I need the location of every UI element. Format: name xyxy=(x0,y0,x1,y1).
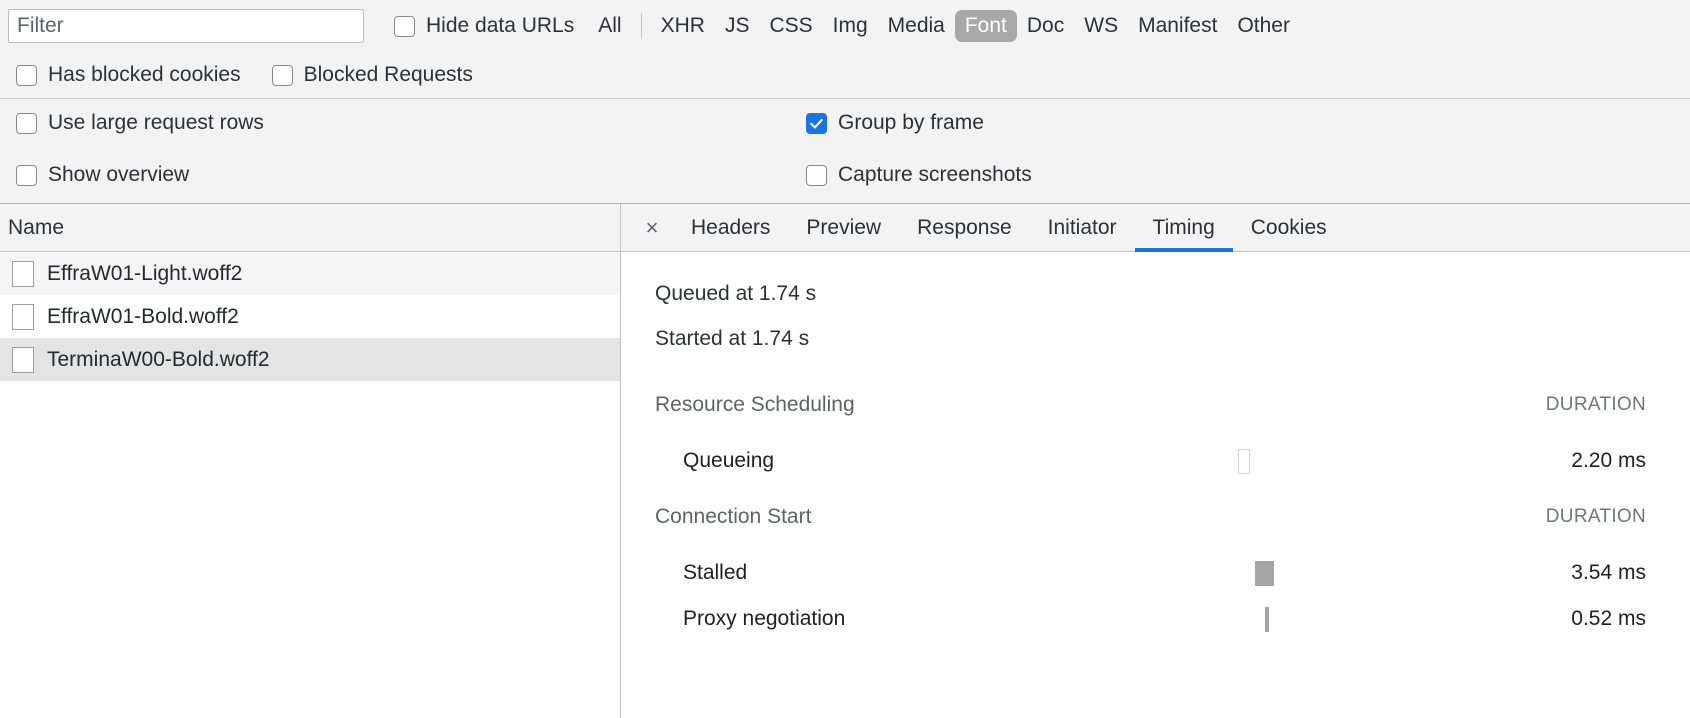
checkbox-box-hide-data-urls[interactable] xyxy=(394,16,415,37)
duration-column-header: DURATION xyxy=(1386,372,1647,438)
timing-item-label: Stalled xyxy=(655,550,916,596)
filter-input[interactable] xyxy=(8,9,364,43)
blocked-requests-checkbox[interactable]: Blocked Requests xyxy=(272,63,473,87)
hide-data-urls-checkbox[interactable]: Hide data URLs xyxy=(394,14,574,38)
font-file-icon xyxy=(12,261,34,287)
settings-cell-use-large-rows: Use large request rows xyxy=(16,111,806,139)
font-file-icon xyxy=(12,347,34,373)
hide-data-urls-label: Hide data URLs xyxy=(426,14,574,38)
timing-item-duration: 3.54 ms xyxy=(1386,550,1647,596)
checkbox-box-has-blocked-cookies[interactable] xyxy=(16,65,37,86)
use-large-request-rows-label: Use large request rows xyxy=(48,111,264,135)
timing-item-label: Queueing xyxy=(655,438,916,484)
type-filter-divider xyxy=(641,13,642,39)
timing-item-duration: 2.20 ms xyxy=(1386,438,1647,484)
type-filter-xhr[interactable]: XHR xyxy=(651,10,715,42)
settings-cell-capture-screenshots: Capture screenshots xyxy=(806,163,1690,191)
request-list-panel: Name EffraW01-Light.woff2 EffraW01-Bold.… xyxy=(0,204,621,718)
has-blocked-cookies-label: Has blocked cookies xyxy=(48,63,241,87)
capture-screenshots-checkbox[interactable]: Capture screenshots xyxy=(806,163,1032,187)
duration-column-header: DURATION xyxy=(1386,484,1647,550)
timing-item-row: Queueing 2.20 ms xyxy=(655,438,1646,484)
type-filter-media[interactable]: Media xyxy=(878,10,955,42)
network-filter-toolbar: Hide data URLs All XHR JS CSS Img Media … xyxy=(0,0,1690,52)
request-list-empty-space xyxy=(0,381,620,718)
timing-breakdown-table: Resource Scheduling DURATION Queueing 2.… xyxy=(655,372,1646,642)
capture-screenshots-label: Capture screenshots xyxy=(838,163,1032,187)
checkbox-box-show-overview[interactable] xyxy=(16,165,37,186)
timing-item-label: Proxy negotiation xyxy=(655,596,916,642)
request-name: TerminaW00-Bold.woff2 xyxy=(47,348,270,372)
group-by-frame-checkbox[interactable]: Group by frame xyxy=(806,111,984,135)
network-settings-pane: Use large request rows Group by frame Sh… xyxy=(0,99,1690,204)
type-filter-img[interactable]: Img xyxy=(823,10,878,42)
show-overview-label: Show overview xyxy=(48,163,189,187)
timing-group-title: Connection Start xyxy=(655,484,916,550)
tab-preview[interactable]: Preview xyxy=(788,204,899,251)
timing-bar-queueing xyxy=(1238,449,1250,474)
timing-group-title: Resource Scheduling xyxy=(655,372,916,438)
show-overview-checkbox[interactable]: Show overview xyxy=(16,163,189,187)
checkbox-box-capture-screenshots[interactable] xyxy=(806,165,827,186)
settings-cell-show-overview: Show overview xyxy=(16,163,806,191)
resource-type-filters: All XHR JS CSS Img Media Font Doc WS Man… xyxy=(588,10,1300,42)
timing-bar-proxy-negotiation xyxy=(1265,607,1269,632)
timing-bar-cell xyxy=(916,372,1386,438)
close-icon[interactable]: × xyxy=(631,204,673,251)
timing-item-duration: 0.52 ms xyxy=(1386,596,1647,642)
tab-timing[interactable]: Timing xyxy=(1135,204,1233,251)
type-filter-js[interactable]: JS xyxy=(715,10,760,42)
timing-group-header-row: Resource Scheduling DURATION xyxy=(655,372,1646,438)
request-name: EffraW01-Bold.woff2 xyxy=(47,305,239,329)
request-detail-panel: × Headers Preview Response Initiator Tim… xyxy=(621,204,1690,718)
blocked-requests-label: Blocked Requests xyxy=(304,63,473,87)
checkbox-box-use-large-request-rows[interactable] xyxy=(16,113,37,134)
tab-response[interactable]: Response xyxy=(899,204,1030,251)
type-filter-doc[interactable]: Doc xyxy=(1017,10,1074,42)
timing-bar-cell xyxy=(916,438,1386,484)
type-filter-manifest[interactable]: Manifest xyxy=(1128,10,1227,42)
settings-row-1: Use large request rows Group by frame xyxy=(16,99,1690,151)
column-header-name[interactable]: Name xyxy=(8,216,64,240)
type-filter-other[interactable]: Other xyxy=(1227,10,1300,42)
table-row[interactable]: EffraW01-Light.woff2 xyxy=(0,252,620,295)
request-list-header: Name xyxy=(0,204,620,252)
timing-bar-cell xyxy=(916,550,1386,596)
settings-cell-group-by-frame: Group by frame xyxy=(806,111,1690,139)
font-file-icon xyxy=(12,304,34,330)
timing-bar-cell xyxy=(916,596,1386,642)
timing-bar-cell xyxy=(916,484,1386,550)
tab-cookies[interactable]: Cookies xyxy=(1233,204,1345,251)
devtools-network-panel: Hide data URLs All XHR JS CSS Img Media … xyxy=(0,0,1690,718)
type-filter-css[interactable]: CSS xyxy=(759,10,822,42)
timing-bar-stalled xyxy=(1255,561,1274,586)
tab-initiator[interactable]: Initiator xyxy=(1030,204,1135,251)
request-name: EffraW01-Light.woff2 xyxy=(47,262,242,286)
queued-at-text: Queued at 1.74 s xyxy=(655,282,1646,306)
timing-group-header-row: Connection Start DURATION xyxy=(655,484,1646,550)
blocked-filters-toolbar: Has blocked cookies Blocked Requests xyxy=(0,52,1690,99)
has-blocked-cookies-checkbox[interactable]: Has blocked cookies xyxy=(16,63,241,87)
timing-content: Queued at 1.74 s Started at 1.74 s Resou… xyxy=(621,252,1690,718)
type-filter-all[interactable]: All xyxy=(588,10,631,42)
table-row[interactable]: EffraW01-Bold.woff2 xyxy=(0,295,620,338)
network-main-area: Name EffraW01-Light.woff2 EffraW01-Bold.… xyxy=(0,204,1690,718)
timing-item-row: Proxy negotiation 0.52 ms xyxy=(655,596,1646,642)
type-filter-ws[interactable]: WS xyxy=(1074,10,1128,42)
group-by-frame-label: Group by frame xyxy=(838,111,984,135)
type-filter-font[interactable]: Font xyxy=(955,10,1017,42)
checkbox-box-blocked-requests[interactable] xyxy=(272,65,293,86)
settings-row-2: Show overview Capture screenshots xyxy=(16,151,1690,203)
started-at-text: Started at 1.74 s xyxy=(655,327,1646,351)
table-row-selected[interactable]: TerminaW00-Bold.woff2 xyxy=(0,338,620,381)
tab-headers[interactable]: Headers xyxy=(673,204,788,251)
detail-tab-bar: × Headers Preview Response Initiator Tim… xyxy=(621,204,1690,252)
timing-item-row: Stalled 3.54 ms xyxy=(655,550,1646,596)
use-large-request-rows-checkbox[interactable]: Use large request rows xyxy=(16,111,264,135)
checkbox-box-group-by-frame[interactable] xyxy=(806,113,827,134)
